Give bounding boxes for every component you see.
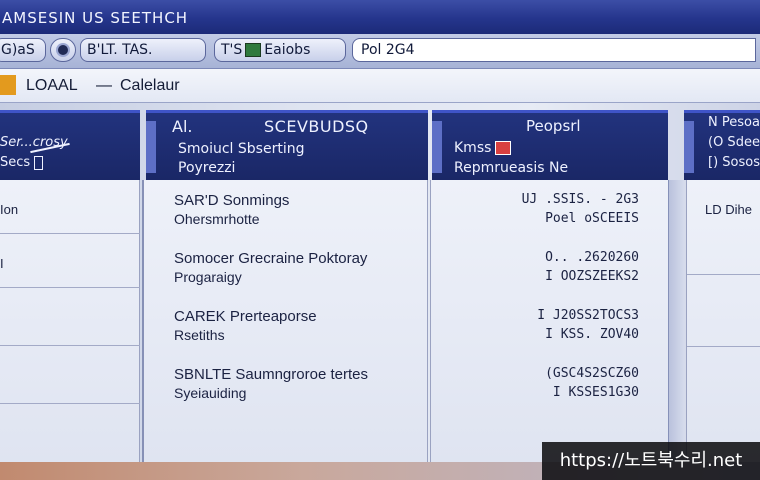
list-item-value: (GSC4S2SCZ60 [545,366,639,381]
number-panel-header[interactable]: Peopsrl Kmss Repmrueasis Ne [432,110,668,180]
middle-header-line-1: Smoiucl Sbserting [178,141,305,157]
flag-icon [495,141,512,155]
scrollbar[interactable] [668,180,684,462]
list-item-label: I [0,256,4,271]
list-item-subtitle: Rsetiths [174,327,225,343]
list-item-value: I KSSES1G30 [552,385,639,400]
number-panel: UJ .SSIS. - 2G3 Poel oSCEEIS O.. .262026… [430,180,668,462]
middle-panel-header[interactable]: Al. SCEVBUDSQ Smoiucl Sbserting Poyrezzi [146,110,428,180]
list-item-title: Somocer Grecraine Poktoray [174,250,368,267]
list-item-value: I J20SS2TOCS3 [537,308,639,323]
toolbar-tab-2-label: Eaiobs [264,42,311,58]
flag-icon [245,43,262,57]
list-item-value: I OOZSZEEKS2 [545,269,639,284]
number-header-line-1-text: Kmss [454,140,492,156]
breadcrumb-root[interactable]: LOAAL [26,77,78,95]
toolbar-tab-1[interactable]: B'LT. TAS. [80,38,206,62]
column-resize-handle[interactable] [684,121,694,173]
middle-panel: SAR'D Sonmings Ohersmrhotte Somocer Grec… [142,180,428,462]
list-item[interactable]: Ion [0,180,140,234]
refresh-icon [56,43,70,57]
list-item[interactable]: I [0,234,140,288]
app-window: AMSESIN US SEETHCH G)aS B'LT. TAS. T'S Ea… [0,0,760,480]
refresh-button[interactable] [50,38,76,62]
right-panel: LD Dihe [686,180,760,462]
divider [687,274,760,275]
left-panel: Ion I [0,180,140,462]
left-panel-header: Ser...crosy Secs [0,110,140,180]
number-header-line-2: Repmrueasis Ne [454,160,569,176]
column-resize-handle[interactable] [146,121,156,173]
address-field[interactable]: Pol 2G4 [352,38,756,62]
back-button[interactable]: G)aS [0,38,46,62]
toolbar-tab-2-prefix: T'S [221,42,243,58]
right-header-line-2: (O Sdee [708,135,760,150]
divider [687,346,760,347]
address-field-value: Pol 2G4 [361,42,415,58]
list-item-value: O.. .2620260 [545,250,639,265]
list-item[interactable]: SBNLTE Saumngroroe tertes Syeiauiding [174,366,424,401]
left-header-line-2-text: Secs [0,155,31,170]
list-item[interactable]: SAR'D Sonmings Ohersmrhotte [174,192,424,227]
list-item[interactable] [0,288,140,346]
right-header-line-3: [) Sosos [708,155,760,170]
left-header-line-1: Ser...crosy [0,135,68,150]
list-item-title: SAR'D Sonmings [174,192,290,209]
back-button-label: G)aS [1,42,35,58]
list-item-value: I KSS. ZOV40 [545,327,639,342]
breadcrumb: LOAAL — Calelaur [0,69,760,103]
list-item-subtitle: Syeiauiding [174,385,247,401]
list-item-title: CAREK Prerteaporse [174,308,317,325]
list-item[interactable]: I J20SS2TOCS3 I KSS. ZOV40 [439,306,639,344]
list-item[interactable]: Somocer Grecraine Poktoray Progaraigy [174,250,424,285]
right-panel-header[interactable]: N Pesoaz (O Sdee [) Sosos [684,110,760,180]
breadcrumb-current[interactable]: Calelaur [120,77,180,95]
folder-icon [0,75,16,95]
right-panel-label: LD Dihe [705,202,752,217]
list-item[interactable]: (GSC4S2SCZ60 I KSSES1G30 [439,364,639,402]
list-item[interactable]: CAREK Prerteaporse Rsetiths [174,308,424,343]
column-resize-handle[interactable] [432,121,442,173]
middle-header-label-b: SCEVBUDSQ [264,117,369,136]
breadcrumb-separator: — [96,77,112,94]
list-item-subtitle: Progaraigy [174,269,242,285]
middle-header-line-2: Poyrezzi [178,160,236,176]
toolbar-tab-2[interactable]: T'S Eaiobs [214,38,346,62]
right-header-line-1: N Pesoaz [708,115,760,130]
list-item-title: SBNLTE Saumngroroe tertes [174,366,368,383]
left-header-line-2: Secs [0,155,44,170]
title-bar: AMSESIN US SEETHCH [0,0,760,34]
list-item-value: Poel oSCEEIS [545,211,639,226]
list-item-value: UJ .SSIS. - 2G3 [521,192,639,207]
list-item-subtitle: Ohersmrhotte [174,211,260,227]
list-item[interactable]: UJ .SSIS. - 2G3 Poel oSCEEIS [439,190,639,228]
middle-header-label-a: Al. [172,117,193,136]
watermark: https://노트북수리.net [542,442,760,480]
toolbar-tab-1-label: B'LT. TAS. [87,42,153,58]
list-item-label: Ion [0,202,19,217]
toolbar: G)aS B'LT. TAS. T'S Eaiobs Pol 2G4 [0,34,760,69]
number-header-title: Peopsrl [526,117,581,135]
list-item[interactable] [0,346,140,404]
window-title: AMSESIN US SEETHCH [2,9,189,27]
document-icon [34,155,44,170]
list-item[interactable]: O.. .2620260 I OOZSZEEKS2 [439,248,639,286]
number-header-line-1: Kmss [454,140,512,156]
